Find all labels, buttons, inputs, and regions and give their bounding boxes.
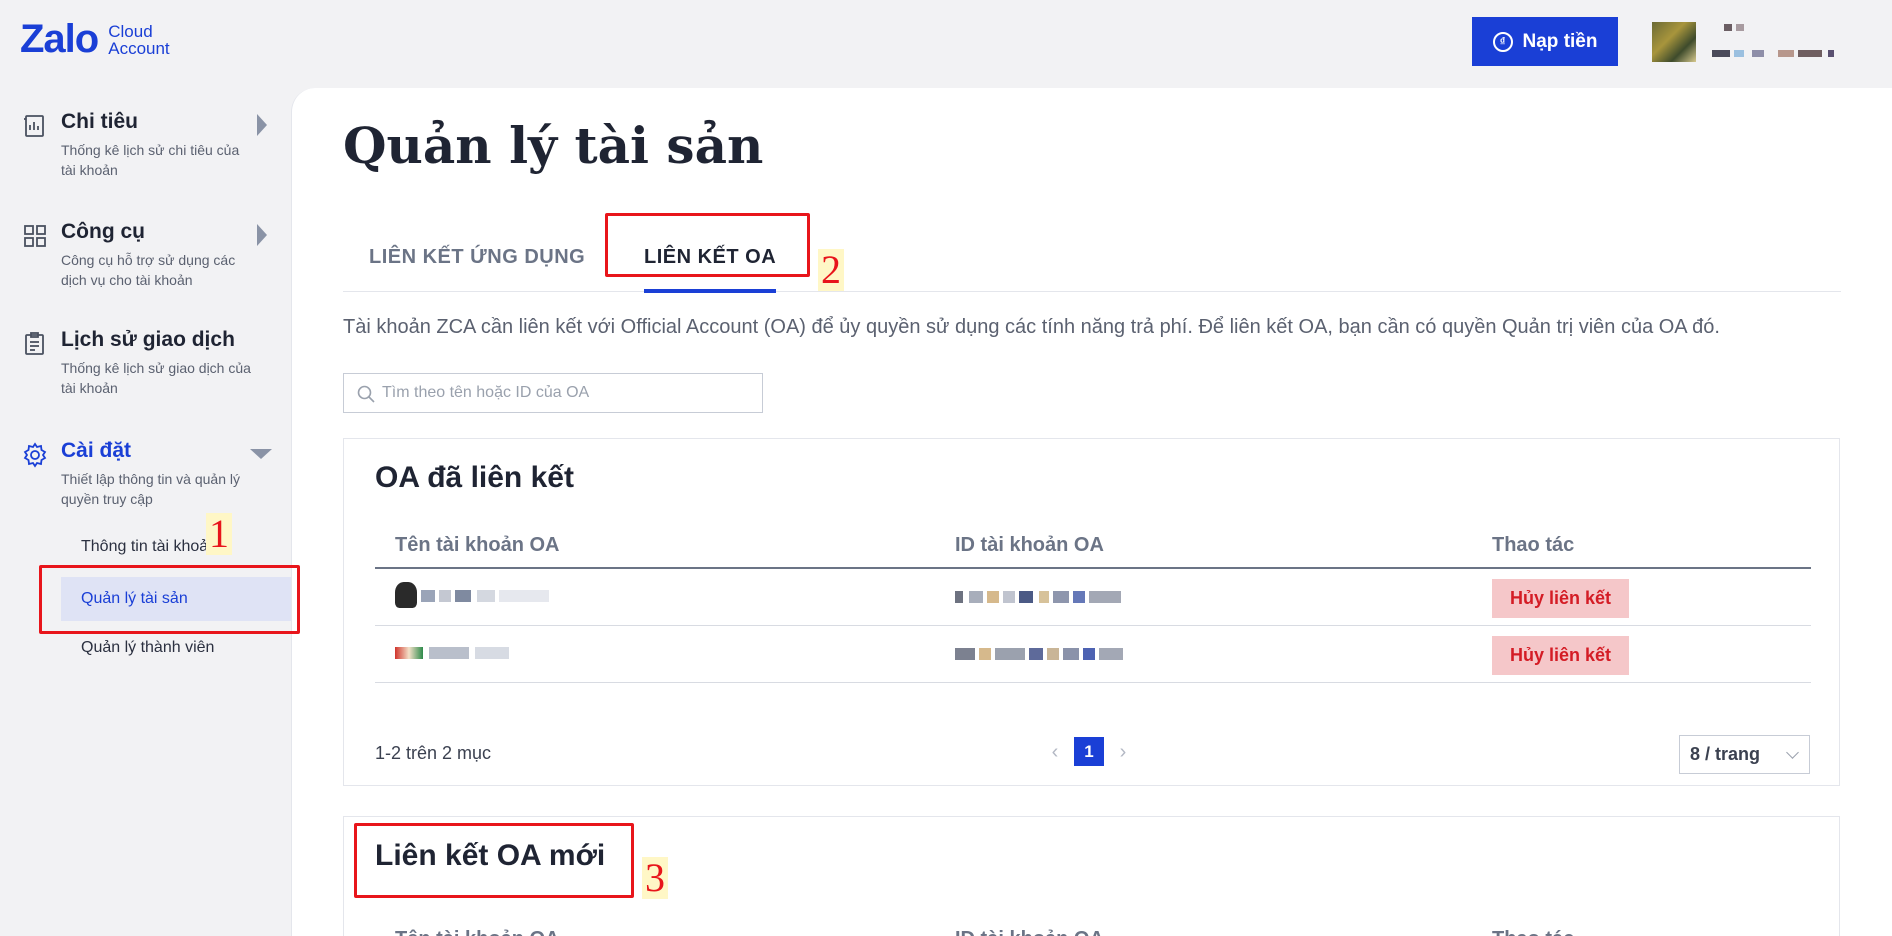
col-oa-id: ID tài khoản OA xyxy=(955,915,1104,936)
pagination: ‹ 1 › xyxy=(1048,737,1130,766)
col-oa-name: Tên tài khoản OA xyxy=(395,534,560,556)
search-input[interactable] xyxy=(382,374,752,412)
page-title: Quản lý tài sản xyxy=(343,116,764,175)
top-bar: Zalo Cloud Account ₫ Nạp tiền xyxy=(0,0,1892,88)
page-size-select[interactable]: 8 / trang xyxy=(1679,735,1810,774)
sidebar-item-label: Chi tiêu xyxy=(61,110,138,133)
annotation-box-2 xyxy=(605,213,810,277)
sidebar-item-tools[interactable]: Công cụ Công cụ hỗ trợ sử dụng các dịch … xyxy=(22,220,272,290)
table-row: Hủy liên kết xyxy=(375,627,1811,683)
annotation-number-1: 1 xyxy=(206,513,232,555)
table-header: Tên tài khoản OA ID tài khoản OA Thao tá… xyxy=(375,521,1811,569)
search-field[interactable] xyxy=(343,373,763,413)
oa-name-redacted xyxy=(395,645,555,665)
chevron-down-icon xyxy=(1786,746,1799,759)
col-oa-name: Tên tài khoản OA xyxy=(395,915,559,936)
search-icon xyxy=(357,385,375,403)
table-row: Hủy liên kết xyxy=(375,570,1811,626)
sidebar-item-desc: Thống kê lịch sử giao dịch của tài khoản xyxy=(61,360,251,396)
page-size-value: 8 / trang xyxy=(1690,744,1761,764)
sidebar-item-desc: Thống kê lịch sử chi tiêu của tài khoản xyxy=(61,142,240,178)
sidebar-item-label: Công cụ xyxy=(61,220,145,243)
oa-id-redacted xyxy=(955,645,1135,665)
oa-name-redacted xyxy=(395,582,555,608)
info-text: Tài khoản ZCA cần liên kết với Official … xyxy=(343,316,1720,338)
next-page-icon[interactable]: › xyxy=(1116,738,1130,766)
caret-down-icon xyxy=(250,449,272,459)
caret-right-icon xyxy=(257,114,267,136)
sidebar-item-label: Cài đặt xyxy=(61,439,132,462)
coin-icon: ₫ xyxy=(1492,31,1513,52)
annotation-number-2: 2 xyxy=(818,249,844,291)
tab-app-link[interactable]: LIÊN KẾT ỨNG DỤNG xyxy=(369,228,585,292)
sidebar-item-label: Lịch sử giao dịch xyxy=(61,328,235,351)
annotation-number-3: 3 xyxy=(642,857,668,899)
pagination-summary: 1-2 trên 2 mục xyxy=(375,743,492,763)
sidebar-item-desc: Công cụ hỗ trợ sử dụng các dịch vụ cho t… xyxy=(61,252,236,288)
main-panel: Quản lý tài sản LIÊN KẾT ỨNG DỤNG LIÊN K… xyxy=(291,88,1892,936)
prev-page-icon[interactable]: ‹ xyxy=(1048,738,1062,766)
logo-subtitle: Cloud Account xyxy=(108,23,169,57)
logo-sub-line2: Account xyxy=(108,39,170,58)
col-actions: Thao tác xyxy=(1492,534,1575,556)
card-title: OA đã liên kết xyxy=(375,461,574,494)
sidebar-item-spending[interactable]: Chi tiêu Thống kê lịch sử chi tiêu của t… xyxy=(22,110,272,180)
col-actions: Thao tác xyxy=(1492,915,1574,936)
annotation-box-3 xyxy=(354,823,634,898)
grid-icon xyxy=(24,225,46,247)
sidebar-subitem-account-info[interactable]: Thông tin tài khoản xyxy=(61,525,291,569)
sidebar-item-desc: Thiết lập thông tin và quản lý quyền tru… xyxy=(61,471,241,507)
gear-icon xyxy=(23,442,47,468)
tab-bar: LIÊN KẾT ỨNG DỤNG LIÊN KẾT OA xyxy=(343,228,1841,293)
col-oa-id: ID tài khoản OA xyxy=(955,534,1104,556)
topup-label: Nạp tiền xyxy=(1522,30,1598,52)
unlink-button[interactable]: Hủy liên kết xyxy=(1492,636,1629,675)
topup-button[interactable]: ₫ Nạp tiền xyxy=(1472,17,1618,66)
clipboard-icon xyxy=(25,332,44,355)
linked-oa-card: OA đã liên kết Tên tài khoản OA ID tài k… xyxy=(343,438,1840,786)
sidebar-item-transactions[interactable]: Lịch sử giao dịch Thống kê lịch sử giao … xyxy=(22,328,272,398)
report-icon xyxy=(24,115,44,137)
avatar[interactable] xyxy=(1652,22,1696,62)
zalo-cloud-account-logo[interactable]: Zalo Cloud Account xyxy=(20,18,170,60)
annotation-box-1 xyxy=(39,565,300,634)
table-header: Tên tài khoản OA ID tài khoản OA Thao tá… xyxy=(375,915,1811,936)
oa-id-redacted xyxy=(955,588,1135,608)
sidebar-item-settings[interactable]: Cài đặt Thiết lập thông tin và quản lý q… xyxy=(22,439,272,509)
page-number-current[interactable]: 1 xyxy=(1074,737,1104,766)
logo-wordmark: Zalo xyxy=(20,17,99,61)
caret-right-icon xyxy=(257,224,267,246)
unlink-button[interactable]: Hủy liên kết xyxy=(1492,579,1629,618)
user-name-redacted[interactable] xyxy=(1712,24,1844,64)
sidebar: Chi tiêu Thống kê lịch sử chi tiêu của t… xyxy=(0,88,291,936)
